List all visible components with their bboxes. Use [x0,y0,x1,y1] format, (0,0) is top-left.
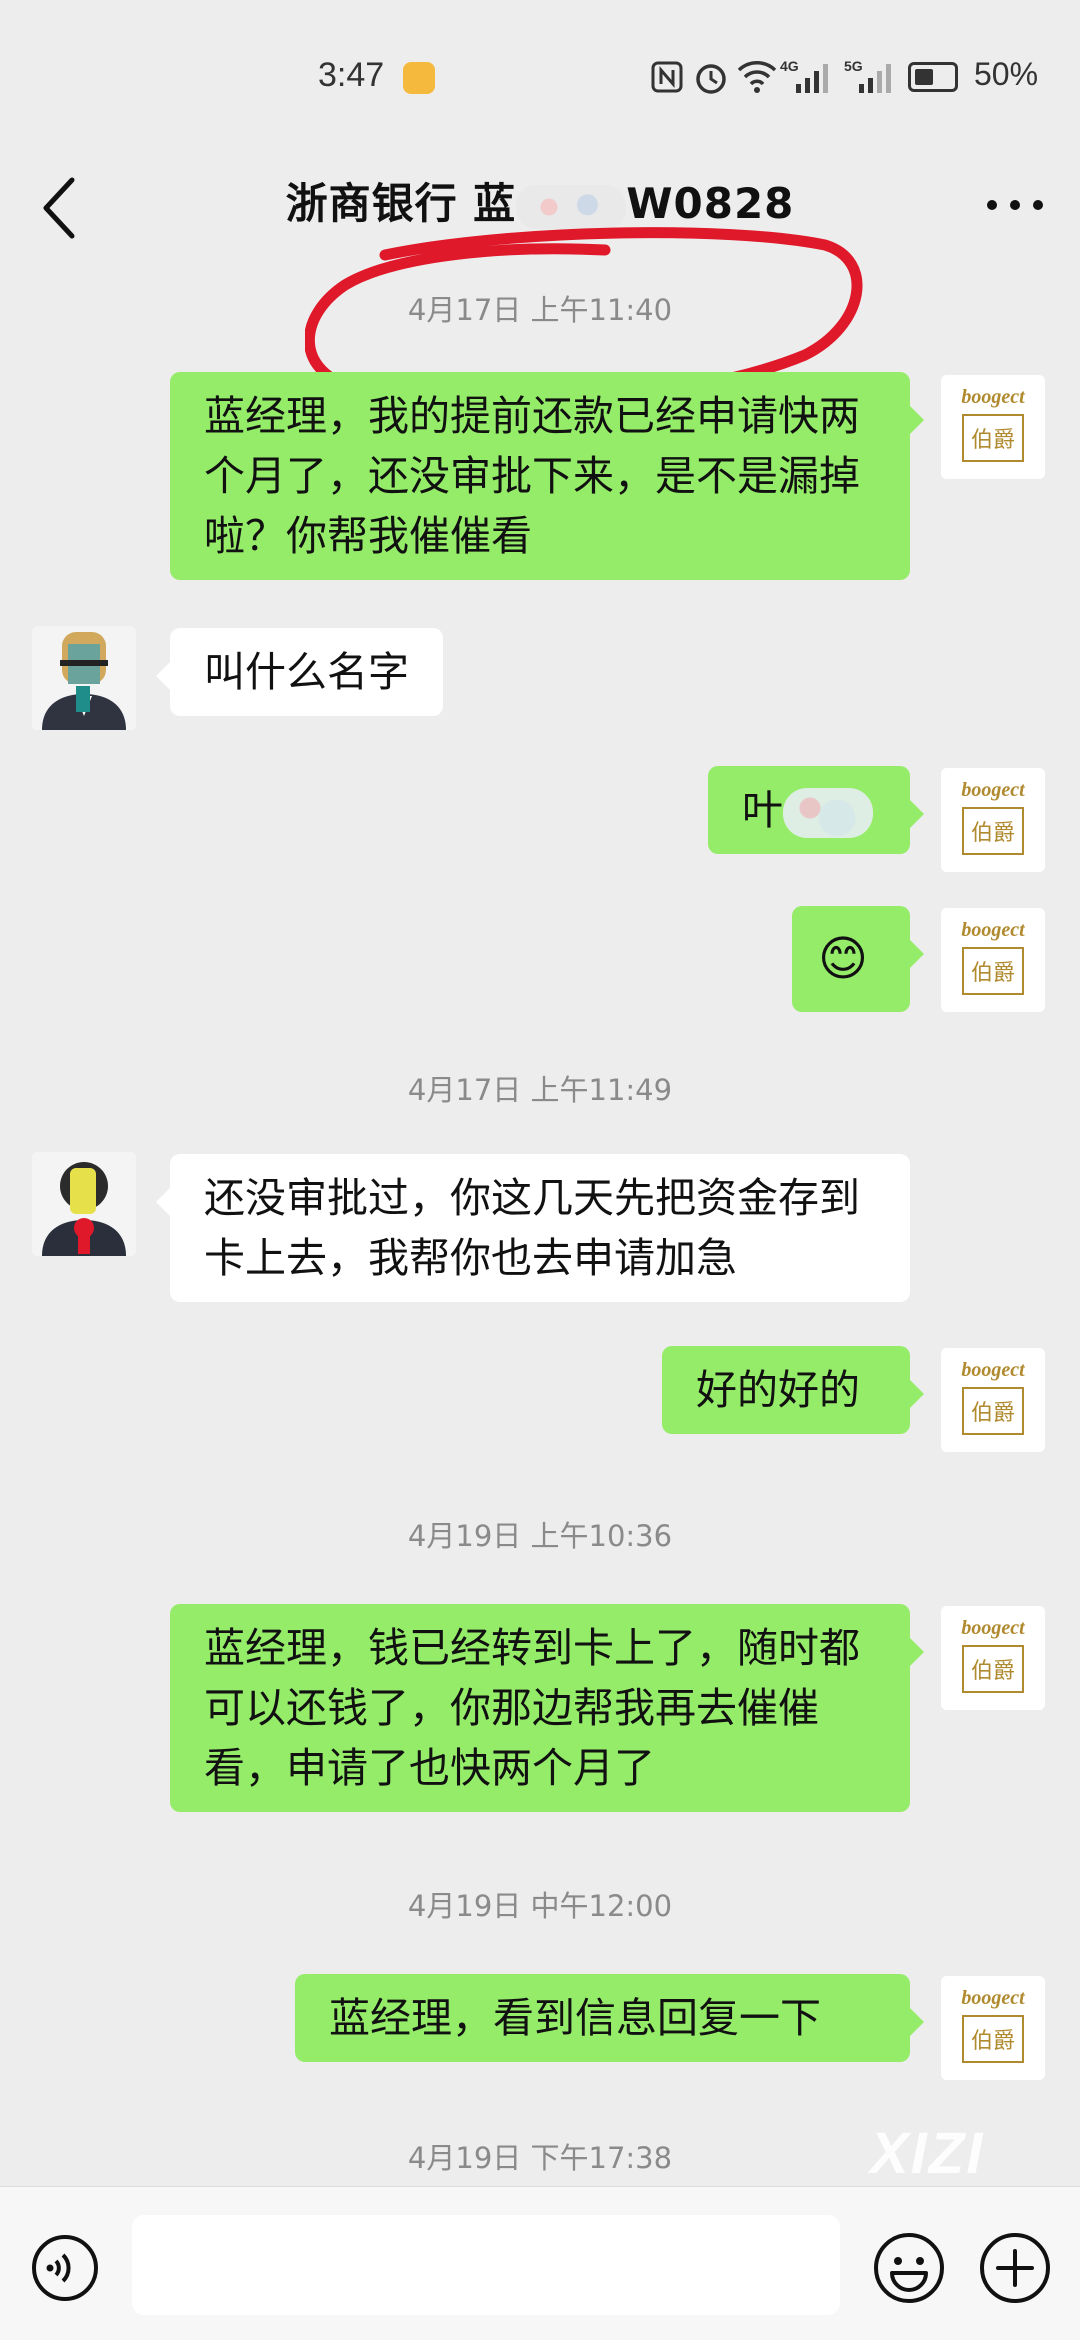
status-time: 3:47 [318,56,385,94]
svg-text:boogect: boogect [961,1617,1026,1639]
input-bar [0,2186,1080,2340]
svg-text:伯爵: 伯爵 [971,1401,1015,1426]
brand-logo-icon: boogect 伯爵 [941,375,1045,479]
user-avatar[interactable]: boogect 伯爵 [941,908,1045,1012]
svg-text:伯爵: 伯爵 [971,961,1015,986]
svg-text:boogect: boogect [961,919,1026,941]
brand-logo-icon: boogect 伯爵 [941,768,1045,872]
signal-bars-icon-2 [859,64,891,93]
signal-bars-icon [796,64,828,93]
message-bubble-me[interactable]: 蓝经理，看到信息回复一下 [295,1974,924,2062]
smile-emoji: 😊 [818,931,869,987]
message-bubble-contact[interactable]: 还没审批过，你这几天先把资金存到卡上去，我帮你也去申请加急 [156,1154,910,1302]
nfc-icon [651,61,683,93]
person-photo [32,626,136,730]
redacted-text [783,788,873,838]
svg-text:boogect: boogect [961,386,1026,408]
chat-title-suffix: W0828 [626,179,795,228]
user-avatar[interactable]: boogect 伯爵 [941,1348,1045,1452]
timestamp: 4月17日 上午11:40 [407,293,673,327]
user-avatar[interactable]: boogect 伯爵 [941,768,1045,872]
message-bubble-me[interactable]: 好的好的 [662,1346,924,1434]
svg-text:伯爵: 伯爵 [971,1659,1015,1684]
brand-logo-icon: boogect 伯爵 [941,1976,1045,2080]
brand-logo-icon: boogect 伯爵 [941,1348,1045,1452]
message-bubble-me[interactable]: 😊 [792,906,924,1012]
battery-icon [908,62,958,92]
timestamp: 4月19日 上午10:36 [407,1519,673,1553]
brand-logo-icon: boogect 伯爵 [941,1606,1045,1710]
status-bar: 3:47 4G 5G 50% [0,0,1080,150]
plus-icon[interactable] [978,2231,1052,2305]
svg-text:伯爵: 伯爵 [971,2029,1015,2054]
app-badge-icon [403,62,435,94]
contact-avatar[interactable] [32,1152,136,1256]
timestamp: 4月17日 上午11:49 [407,1073,673,1107]
svg-text:boogect: boogect [961,1359,1026,1381]
brand-logo-icon: boogect 伯爵 [941,908,1045,1012]
battery-percent: 50% [974,56,1039,92]
watermark: XIZI [870,2121,985,2186]
message-bubble-me[interactable]: 叶 [708,766,924,854]
message-text: 叶 [742,786,783,834]
message-bubble-me[interactable]: 蓝经理，钱已经转到卡上了，随时都可以还钱了，你那边帮我再去催催看，申请了也快两个… [170,1604,924,1812]
timestamp: 4月19日 中午12:00 [407,1889,673,1923]
chat-title-prefix: 浙商银行 蓝 [285,179,517,228]
voice-input-icon[interactable] [30,2233,100,2303]
emoji-icon[interactable] [872,2231,946,2305]
redacted-name [516,184,627,229]
message-bubble-contact[interactable]: 叫什么名字 [156,628,443,716]
svg-text:boogect: boogect [961,1987,1026,2009]
svg-text:伯爵: 伯爵 [971,821,1015,846]
person-photo [32,1152,136,1256]
chat-title: 浙商银行 蓝 W0828 [0,170,1080,231]
svg-text:伯爵: 伯爵 [971,428,1015,453]
message-input[interactable] [132,2215,840,2315]
svg-text:boogect: boogect [961,779,1026,801]
alarm-icon [696,64,726,94]
contact-avatar[interactable] [32,626,136,730]
user-avatar[interactable]: boogect 伯爵 [941,1606,1045,1710]
user-avatar[interactable]: boogect 伯爵 [941,375,1045,479]
wifi-icon [737,61,777,93]
user-avatar[interactable]: boogect 伯爵 [941,1976,1045,2080]
more-options-icon[interactable] [980,180,1050,230]
message-bubble-me[interactable]: 蓝经理，我的提前还款已经申请快两个月了，还没审批下来，是不是漏掉啦？你帮我催催看 [170,372,924,580]
